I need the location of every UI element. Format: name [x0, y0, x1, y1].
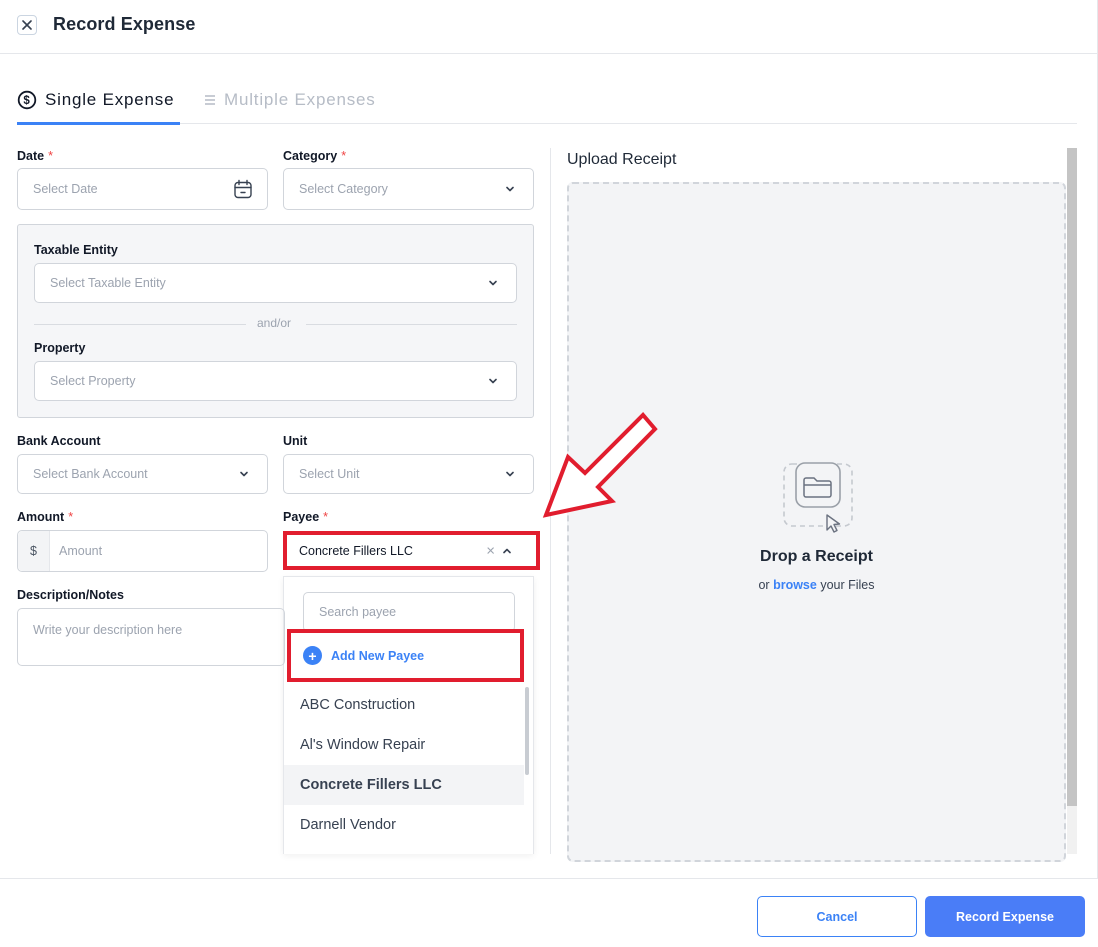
modal-header: Record Expense — [0, 0, 1098, 54]
description-placeholder: Write your description here — [33, 623, 183, 637]
receipt-dropzone[interactable]: Drop a Receipt or browse your Files — [567, 182, 1066, 862]
plus-icon: + — [303, 646, 322, 665]
unit-label: Unit — [283, 434, 308, 448]
payee-option[interactable]: Darnell Vendor — [284, 805, 524, 845]
taxable-entity-select[interactable]: Select Taxable Entity — [34, 263, 517, 303]
payee-select[interactable]: Concrete Fillers LLC × — [283, 531, 540, 570]
dropdown-scrollbar[interactable] — [525, 687, 529, 775]
property-label: Property — [34, 341, 86, 355]
dollar-circle-icon: $ — [17, 90, 37, 110]
unit-placeholder: Select Unit — [299, 467, 360, 481]
chevron-down-icon — [506, 186, 514, 192]
category-label: Category * — [283, 149, 347, 163]
bank-account-select[interactable]: Select Bank Account — [17, 454, 268, 494]
amount-input[interactable]: $ Amount — [17, 530, 268, 572]
tab-single-expense-label: Single Expense — [45, 90, 175, 109]
calendar-icon — [234, 179, 252, 199]
description-label: Description/Notes — [17, 588, 124, 602]
taxable-entity-placeholder: Select Taxable Entity — [50, 276, 166, 290]
payee-label: Payee * — [283, 510, 329, 524]
payee-value: Concrete Fillers LLC — [299, 543, 413, 558]
svg-text:$: $ — [23, 95, 30, 107]
chevron-down-icon — [489, 280, 497, 286]
expense-tabs: $ Single Expense Multiple Expenses — [17, 78, 1077, 125]
browse-link[interactable]: browse — [773, 578, 817, 592]
divider — [34, 324, 246, 325]
panel-scrollbar[interactable] — [1067, 148, 1077, 806]
tab-multiple-expenses[interactable]: Multiple Expenses — [204, 90, 376, 110]
payee-dropdown: Search payee ABC Construction Al's Windo… — [283, 576, 534, 854]
active-tab-indicator — [17, 122, 180, 125]
currency-prefix: $ — [18, 531, 50, 571]
tab-multiple-expenses-label: Multiple Expenses — [224, 90, 376, 109]
andor-text: and/or — [257, 316, 292, 330]
modal-footer: Cancel Record Expense — [0, 878, 1098, 947]
drop-receipt-subtitle: or browse your Files — [758, 578, 875, 592]
bank-account-placeholder: Select Bank Account — [33, 467, 148, 481]
property-select[interactable]: Select Property — [34, 361, 517, 401]
payee-option-selected[interactable]: Concrete Fillers LLC — [284, 765, 524, 805]
chevron-down-icon — [506, 471, 514, 477]
chevron-down-icon — [489, 378, 497, 384]
panel-scrollbar-track — [1067, 806, 1077, 854]
list-icon — [205, 95, 215, 105]
category-select[interactable]: Select Category — [283, 168, 534, 210]
unit-select[interactable]: Select Unit — [283, 454, 534, 494]
annotation-arrow-icon — [542, 412, 658, 518]
bank-account-label: Bank Account — [17, 434, 101, 448]
payee-search-placeholder: Search payee — [319, 605, 397, 619]
amount-placeholder: Amount — [59, 544, 103, 558]
property-placeholder: Select Property — [50, 374, 136, 388]
category-placeholder: Select Category — [299, 182, 388, 196]
payee-option[interactable]: Al's Window Repair — [284, 725, 524, 765]
date-picker[interactable]: Select Date — [17, 168, 268, 210]
upload-receipt-title: Upload Receipt — [567, 151, 677, 168]
amount-label: Amount * — [17, 510, 74, 524]
clear-icon[interactable]: × — [486, 542, 495, 559]
description-textarea[interactable]: Write your description here — [17, 608, 285, 666]
record-expense-button[interactable]: Record Expense — [925, 896, 1085, 937]
payee-search-input[interactable]: Search payee — [303, 592, 515, 632]
page-title: Record Expense — [53, 14, 196, 34]
add-new-payee-button[interactable]: + Add New Payee — [287, 629, 524, 682]
divider — [306, 324, 517, 325]
date-placeholder: Select Date — [33, 182, 98, 196]
cancel-button[interactable]: Cancel — [757, 896, 917, 937]
drop-receipt-title: Drop a Receipt — [760, 548, 873, 565]
taxable-entity-label: Taxable Entity — [34, 243, 118, 257]
payee-option[interactable]: ABC Construction — [284, 685, 524, 725]
add-new-payee-label: Add New Payee — [331, 648, 425, 663]
chevron-down-icon — [240, 471, 248, 477]
chevron-up-icon[interactable] — [502, 546, 512, 556]
close-icon — [22, 20, 32, 30]
close-button[interactable] — [17, 15, 37, 35]
date-label: Date * — [17, 149, 53, 163]
tab-single-expense[interactable]: $ Single Expense — [17, 90, 174, 110]
folder-upload-icon — [783, 462, 853, 533]
